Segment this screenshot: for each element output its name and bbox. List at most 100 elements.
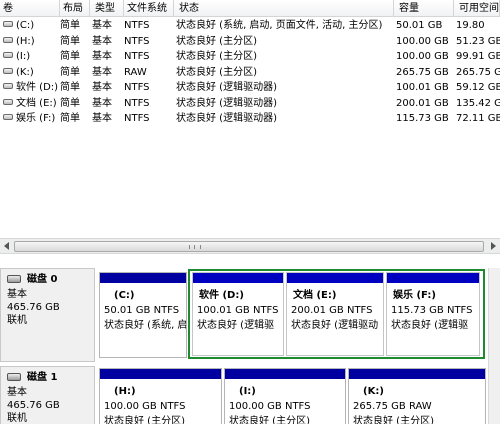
type-cell: 基本	[92, 66, 112, 78]
partition-status: 状态良好 (逻辑驱动	[291, 320, 379, 331]
capacity-cell: 265.75 GB	[396, 66, 449, 78]
volume-cell: (K:)	[0, 65, 60, 80]
capacity-cell: 50.01 GB	[396, 20, 443, 31]
free-space-cell: 72.11 GB	[456, 113, 500, 124]
scrollbar-thumb[interactable]	[14, 241, 484, 252]
filesystem-cell: NTFS	[124, 35, 150, 47]
filesystem-cell: NTFS	[124, 113, 150, 124]
partition-status: 状态良好 (主分区)	[353, 416, 434, 424]
partition-status: 状态良好 (主分区)	[104, 416, 185, 424]
type-cell: 基本	[92, 35, 112, 47]
partition-name: (I:)	[239, 386, 256, 397]
status-cell: 状态良好 (主分区)	[176, 66, 257, 78]
partition-name: (K:)	[363, 386, 384, 397]
column-header-type[interactable]: 类型	[92, 0, 124, 17]
disk-state: 联机	[7, 315, 27, 326]
capacity-cell: 100.01 GB	[396, 82, 449, 93]
partition-status: 状态良好 (主分区)	[229, 416, 310, 424]
partition-status: 状态良好 (系统, 启	[104, 320, 186, 331]
volume-name: 娱乐 (F:)	[16, 113, 56, 124]
partition-k[interactable]: (K:) 265.75 GB RAW 状态良好 (主分区)	[348, 368, 486, 424]
partition-name: (H:)	[114, 386, 136, 397]
primary-partition-bar	[100, 369, 221, 379]
volume-name: (H:)	[16, 35, 35, 47]
partition-size: 100.00 GB NTFS	[229, 401, 311, 412]
capacity-cell: 100.00 GB	[396, 35, 449, 47]
layout-cell: 简单	[60, 82, 80, 93]
volume-row[interactable]: (I:) 简单 基本 NTFS 状态良好 (主分区) 100.00 GB 99.91 GB	[0, 49, 500, 64]
scroll-left-icon[interactable]	[4, 242, 9, 250]
disk-type: 基本	[7, 289, 27, 300]
partition-size: 100.00 GB NTFS	[104, 401, 186, 412]
type-cell: 基本	[92, 51, 112, 62]
volume-cell: (H:)	[0, 34, 60, 49]
column-header-status[interactable]: 状态	[176, 0, 394, 17]
primary-partition-bar	[100, 273, 186, 283]
status-cell: 状态良好 (主分区)	[176, 51, 257, 62]
volume-row[interactable]: (K:) 简单 基本 RAW 状态良好 (主分区) 265.75 GB 265.75 G	[0, 65, 500, 80]
disk-icon	[7, 373, 21, 381]
disk-1-label[interactable]: 磁盘 1 基本 465.76 GB 联机	[0, 366, 95, 424]
filesystem-cell: RAW	[124, 66, 147, 78]
grip-icon	[189, 245, 201, 249]
filesystem-cell: NTFS	[124, 82, 150, 93]
primary-partition-bar	[349, 369, 485, 379]
layout-cell: 简单	[60, 113, 80, 124]
status-cell: 状态良好 (系统, 启动, 页面文件, 活动, 主分区)	[176, 20, 383, 31]
partition-i[interactable]: (I:) 100.00 GB NTFS 状态良好 (主分区)	[224, 368, 346, 424]
free-space-cell: 59.12 GB	[456, 82, 500, 93]
status-cell: 状态良好 (逻辑驱动器)	[176, 97, 277, 109]
volume-list[interactable]: 卷 布局 类型 文件系统 状态 容量 可用空间 (C:) 简单 基本 NTFS 状态良好…	[0, 0, 500, 236]
column-header-capacity[interactable]: 容量	[396, 0, 454, 17]
column-header-layout[interactable]: 布局	[60, 0, 90, 17]
partition-d[interactable]: 软件 (D:) 100.01 GB NTFS 状态良好 (逻辑驱	[192, 272, 284, 356]
volume-cell: 软件 (D:)	[0, 80, 60, 95]
type-cell: 基本	[92, 97, 112, 109]
partition-f[interactable]: 娱乐 (F:) 115.73 GB NTFS 状态良好 (逻辑驱	[386, 272, 480, 356]
partition-size: 200.01 GB NTFS	[291, 305, 373, 316]
drive-icon	[3, 36, 13, 43]
status-cell: 状态良好 (逻辑驱动器)	[176, 82, 277, 93]
capacity-cell: 200.01 GB	[396, 97, 449, 109]
column-header-volume[interactable]: 卷	[0, 0, 60, 17]
volume-row[interactable]: 娱乐 (F:) 简单 基本 NTFS 状态良好 (逻辑驱动器) 115.73 GB 72.1…	[0, 111, 500, 126]
type-cell: 基本	[92, 113, 112, 124]
type-cell: 基本	[92, 82, 112, 93]
free-space-cell: 99.91 GB	[456, 51, 500, 62]
volume-row[interactable]: (C:) 简单 基本 NTFS 状态良好 (系统, 启动, 页面文件, 活动, 主分区)…	[0, 18, 500, 33]
partition-c[interactable]: (C:) 50.01 GB NTFS 状态良好 (系统, 启	[99, 272, 187, 358]
drive-icon	[3, 67, 13, 74]
volume-row[interactable]: 文档 (E:) 简单 基本 NTFS 状态良好 (逻辑驱动器) 200.01 GB 135.…	[0, 96, 500, 111]
free-space-cell: 265.75 G	[456, 66, 500, 78]
column-header-free[interactable]: 可用空间	[456, 0, 500, 17]
disk-state: 联机	[7, 413, 27, 424]
volume-name: 软件 (D:)	[16, 82, 59, 93]
volume-name: (K:)	[16, 66, 34, 78]
partition-name: (C:)	[114, 290, 135, 301]
horizontal-scrollbar[interactable]	[0, 238, 500, 254]
layout-cell: 简单	[60, 35, 80, 47]
partition-name: 娱乐 (F:)	[393, 290, 436, 301]
partition-size: 50.01 GB NTFS	[104, 305, 180, 316]
vertical-scrollbar[interactable]	[488, 268, 500, 424]
capacity-cell: 115.73 GB	[396, 113, 449, 124]
disk-0-label[interactable]: 磁盘 0 基本 465.76 GB 联机	[0, 268, 95, 362]
scroll-right-icon[interactable]	[491, 242, 496, 250]
volume-cell: 文档 (E:)	[0, 96, 60, 111]
partition-h[interactable]: (H:) 100.00 GB NTFS 状态良好 (主分区)	[99, 368, 222, 424]
capacity-cell: 100.00 GB	[396, 51, 449, 62]
layout-cell: 简单	[60, 51, 80, 62]
column-header-filesystem[interactable]: 文件系统	[124, 0, 174, 17]
filesystem-cell: NTFS	[124, 20, 150, 31]
filesystem-cell: NTFS	[124, 97, 150, 109]
volume-row[interactable]: (H:) 简单 基本 NTFS 状态良好 (主分区) 100.00 GB 51.23 GB	[0, 34, 500, 49]
drive-icon	[3, 98, 13, 105]
filesystem-cell: NTFS	[124, 51, 150, 62]
drive-icon	[3, 114, 13, 120]
disk-title: 磁盘 1	[27, 372, 58, 383]
volume-row[interactable]: 软件 (D:) 简单 基本 NTFS 状态良好 (逻辑驱动器) 100.01 GB 59.1…	[0, 80, 500, 95]
logical-drive-bar	[287, 273, 383, 283]
disk-size: 465.76 GB	[7, 302, 60, 313]
partition-name: 软件 (D:)	[199, 290, 244, 301]
partition-e[interactable]: 文档 (E:) 200.01 GB NTFS 状态良好 (逻辑驱动	[286, 272, 384, 356]
